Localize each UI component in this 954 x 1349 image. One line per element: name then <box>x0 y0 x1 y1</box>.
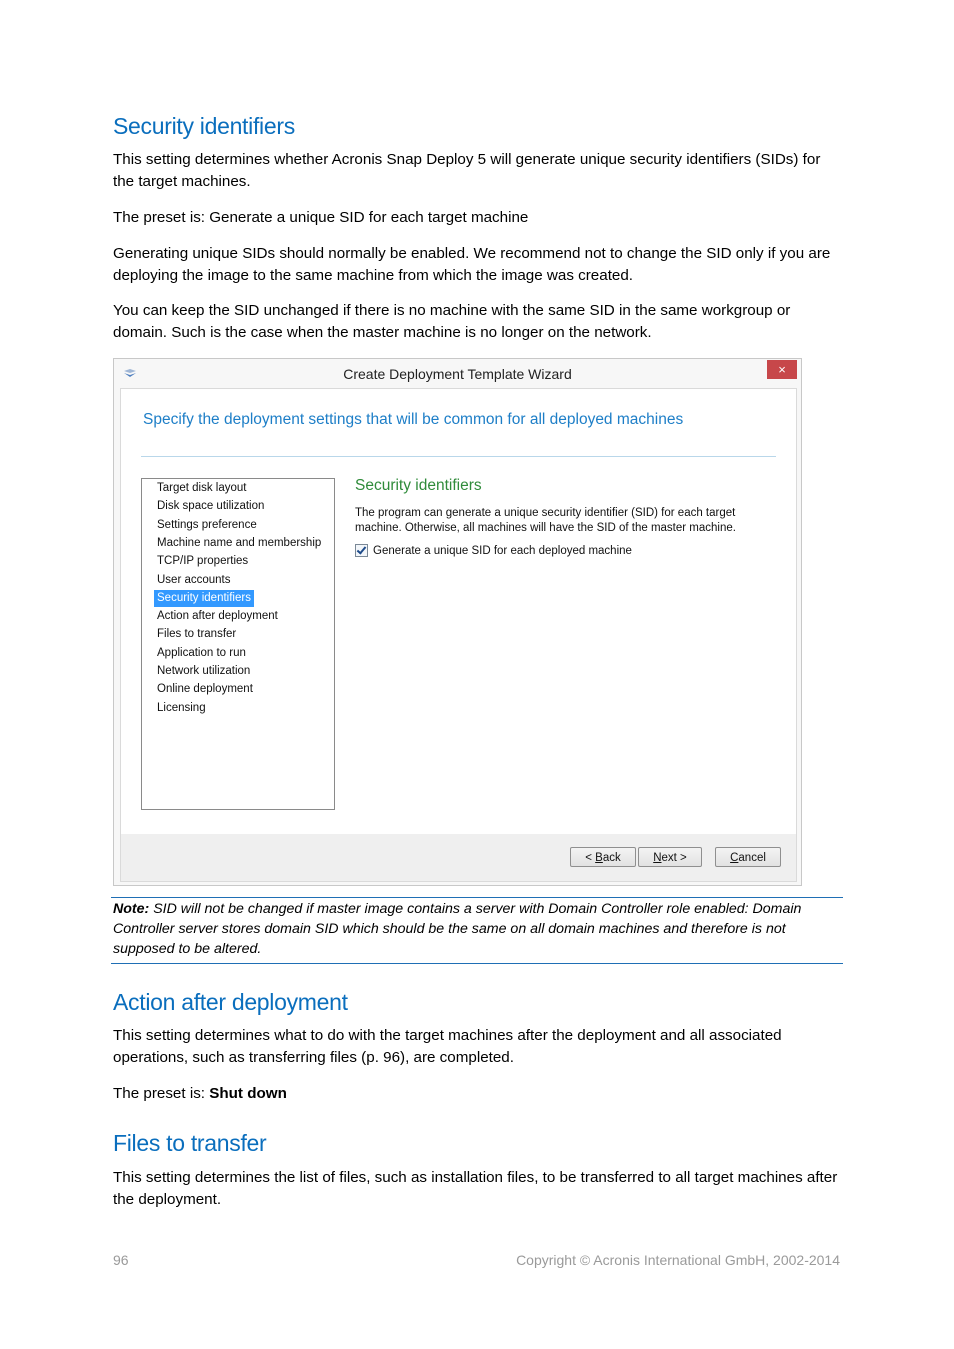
wizard-step-item[interactable]: Licensing <box>154 700 209 717</box>
copyright: Copyright © Acronis International GmbH, … <box>516 1252 840 1268</box>
wizard-step-item[interactable]: Target disk layout <box>154 480 250 497</box>
note-text: SID will not be changed if master image … <box>113 901 802 957</box>
generate-sid-label[interactable]: Generate a unique SID for each deployed … <box>373 545 632 557</box>
panel-description: The program can generate a unique securi… <box>355 507 736 534</box>
note-box: Note: SID will not be changed if master … <box>111 897 843 964</box>
action-paragraph-text: This setting determines what to do with … <box>113 1027 782 1066</box>
security-paragraph-3: Generating unique SIDs should normally b… <box>113 245 831 284</box>
section-heading-files-to-transfer: Files to transfer <box>113 1130 267 1156</box>
section-heading-security-identifiers: Security identifiers <box>113 113 295 139</box>
wizard-footer: < Back Next > Cancel <box>121 834 796 881</box>
panel-title: Security identifiers <box>355 477 482 494</box>
note-label: Note: <box>113 901 150 917</box>
close-button[interactable]: × <box>767 360 797 379</box>
wizard-content: Specify the deployment settings that wil… <box>120 388 797 882</box>
wizard-step-item[interactable]: Online deployment <box>154 681 256 698</box>
section-heading-action-after-deployment: Action after deployment <box>113 989 348 1015</box>
next-button-label: ext > <box>661 852 687 864</box>
wizard-step-item[interactable]: Network utilization <box>154 663 253 680</box>
security-paragraph-4: You can keep the SID unchanged if there … <box>113 302 791 341</box>
wizard-title: Create Deployment Template Wizard <box>343 366 572 382</box>
action-preset-prefix: The preset is: <box>113 1085 210 1102</box>
wizard-step-item[interactable]: Action after deployment <box>154 608 281 625</box>
security-preset: The preset is: Generate a unique SID for… <box>113 209 529 226</box>
security-paragraph-1: This setting determines whether Acronis … <box>113 151 821 190</box>
wizard-step-item[interactable]: Disk space utilization <box>154 498 267 515</box>
files-paragraph-1: This setting determines the list of file… <box>113 1169 838 1208</box>
back-button-prefix: < <box>585 852 596 864</box>
action-preset: The preset is: Shut down <box>113 1083 843 1105</box>
generate-sid-checkbox[interactable] <box>355 544 368 557</box>
heading-divider <box>141 456 776 457</box>
wizard-step-item[interactable]: TCP/IP properties <box>154 553 251 570</box>
page-number: 96 <box>113 1252 129 1268</box>
wizard-step-item[interactable]: Security identifiers <box>154 589 254 607</box>
close-icon: × <box>778 362 786 377</box>
cancel-button[interactable]: Cancel <box>715 847 781 867</box>
cancel-button-label: ancel <box>738 852 766 864</box>
wizard-window-screenshot: Create Deployment Template Wizard × Spec… <box>113 358 802 886</box>
wizard-step-item[interactable]: Settings preference <box>154 517 260 534</box>
wizard-heading: Specify the deployment settings that wil… <box>143 411 684 428</box>
wizard-step-list: Target disk layout Disk space utilization… <box>141 478 335 810</box>
wizard-step-item[interactable]: Machine name and membership <box>154 535 324 552</box>
next-button[interactable]: Next > <box>638 847 702 867</box>
action-preset-value: Shut down <box>209 1085 287 1102</box>
generate-sid-option[interactable]: Generate a unique SID for each deployed … <box>355 544 632 557</box>
back-button[interactable]: < Back <box>570 847 636 867</box>
wizard-step-item[interactable]: Application to run <box>154 645 249 662</box>
wizard-step-item[interactable]: User accounts <box>154 572 234 589</box>
action-paragraph-1: This setting determines what to do with … <box>113 1025 843 1069</box>
back-button-mnemonic: B <box>595 852 603 864</box>
back-button-label: ack <box>602 852 621 864</box>
wizard-step-item[interactable]: Files to transfer <box>154 626 239 643</box>
next-button-mnemonic: N <box>653 852 662 864</box>
